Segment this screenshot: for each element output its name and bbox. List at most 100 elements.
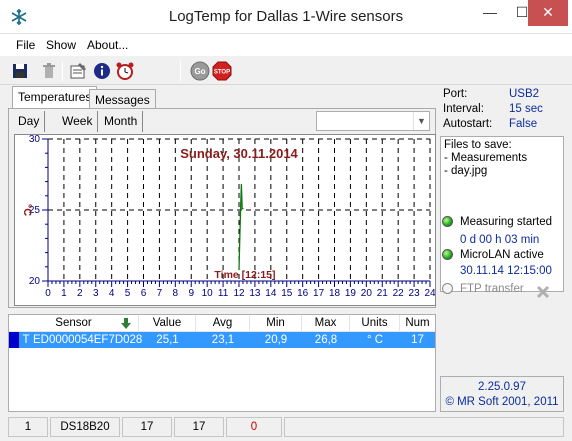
cell-min: 20,9 [264, 334, 288, 346]
data-point [239, 237, 241, 239]
subtab-month[interactable]: Month [99, 111, 144, 132]
menu-file[interactable]: File [16, 38, 35, 52]
col-avg[interactable]: Avg [196, 315, 250, 332]
cell-units: ° C [366, 334, 384, 346]
x-tick-label: 23 [409, 288, 421, 299]
y-tick-label: 20 [29, 276, 41, 287]
files-heading: Files to save: [444, 139, 512, 151]
x-tick-label: 10 [202, 288, 214, 299]
measuring-status-led-icon [442, 216, 453, 227]
menu-show[interactable]: Show [46, 38, 76, 52]
x-tick-label: 14 [265, 288, 277, 299]
cursor-time-label: Time [12:15] [214, 269, 275, 281]
chevron-down-icon[interactable]: ▼ [413, 112, 429, 130]
cell-max: 26,8 [314, 334, 338, 346]
tab-messages[interactable]: Messages [89, 89, 156, 109]
properties-icon[interactable] [68, 61, 88, 81]
data-point [242, 207, 244, 210]
chart-svg: 0 1 2 3 4 5 6 7 8 9 10 11 12 13 14 15 16 17 18 19 20 21 22 23 24… [21, 135, 435, 299]
stop-icon[interactable]: STOP [212, 61, 232, 81]
day-select[interactable]: ▼ [316, 111, 430, 131]
x-tick-label: 18 [329, 288, 341, 299]
toolbar-separator [180, 61, 181, 81]
x-tick-label: 17 [313, 288, 325, 299]
col-num[interactable]: Num [400, 315, 435, 332]
alarm-icon[interactable] [115, 61, 135, 81]
subtab-week[interactable]: Week [57, 111, 99, 132]
cell-sensor: ED0000054EF7D028 [33, 334, 143, 346]
x-tick-label: 6 [141, 288, 147, 299]
col-value[interactable]: Value [139, 315, 196, 332]
table-header: Sensor Value Avg Min Max Units Num [9, 315, 435, 332]
status-bar: 1 DS18B20 17 17 0 [0, 416, 572, 441]
sensor-table: Sensor Value Avg Min Max Units Num T ED0… [8, 314, 436, 412]
interval-value: 15 sec [509, 103, 543, 115]
row-marker [9, 332, 19, 348]
save-icon[interactable] [10, 61, 30, 81]
copyright: © MR Soft 2001, 2011 [445, 396, 559, 408]
microlan-status: MicroLAN active [460, 249, 544, 261]
version-box: 2.25.0.97 © MR Soft 2001, 2011 [440, 376, 564, 412]
sort-arrow-icon [121, 318, 131, 329]
x-tick-label: 19 [345, 288, 357, 299]
data-point [240, 183, 242, 186]
table-row[interactable]: T ED0000054EF7D028 25,1 23,1 20,9 26,8 °… [9, 332, 435, 348]
cell-flag: T [22, 334, 30, 346]
x-tick-label: 20 [361, 288, 373, 299]
series-line [238, 184, 243, 270]
x-tick-label: 7 [157, 288, 163, 299]
y-tick-label: 30 [29, 135, 41, 145]
temperature-chart: 0 1 2 3 4 5 6 7 8 9 10 11 12 13 14 15 16 17 18 19 20 21 22 23 24… [14, 134, 436, 306]
list-item: - Measurements [444, 152, 528, 164]
x-tick-label: 0 [45, 288, 51, 299]
x-tick-label: 11 [218, 288, 229, 299]
minimize-button[interactable]: — [472, 0, 508, 26]
autostart-value: False [509, 118, 538, 130]
cell-avg: 23,1 [211, 334, 235, 346]
x-tick-label: 24 [424, 288, 435, 299]
x-tick-label: 5 [125, 288, 131, 299]
y-axis-label: °C [21, 204, 33, 216]
x-tick-label: 16 [297, 288, 309, 299]
x-tick-label: 12 [233, 288, 245, 299]
x-tick-label: 4 [109, 288, 115, 299]
delete-icon[interactable] [39, 61, 59, 81]
close-button[interactable]: ✕ [528, 0, 568, 26]
col-units[interactable]: Units [350, 315, 400, 332]
cell-value: 25,1 [156, 334, 179, 346]
toolbar-separator [62, 61, 63, 81]
x-tick-label: 3 [93, 288, 99, 299]
title-bar: LogTemp for Dallas 1-Wire sensors — ☐ ✕ [0, 0, 572, 34]
subtab-day[interactable]: Day [13, 111, 46, 132]
toolbar: Go STOP [0, 57, 572, 85]
x-tick-label: 8 [173, 288, 179, 299]
menu-about[interactable]: About... [87, 38, 128, 52]
port-value: USB2 [509, 88, 540, 100]
ftp-status-led-icon [442, 283, 453, 294]
x-tick-label: 22 [393, 288, 405, 299]
col-sensor[interactable]: Sensor [9, 315, 139, 332]
status-cell-total: 17 [122, 417, 172, 437]
status-cell-saved: 17 [174, 417, 224, 437]
disabled-close-icon[interactable] [536, 285, 550, 299]
status-cell-errors: 0 [226, 417, 282, 437]
x-tick-label: 9 [188, 288, 194, 299]
tab-temperatures[interactable]: Temperatures [12, 86, 98, 109]
go-icon[interactable]: Go [190, 61, 210, 81]
x-tick-label: 13 [249, 288, 261, 299]
connection-info: Port: USB2 Interval: 15 sec Autostart: F… [440, 86, 564, 134]
col-min[interactable]: Min [250, 315, 302, 332]
measuring-duration: 0 d 00 h 03 min [460, 234, 540, 246]
stop-icon-text: STOP [214, 70, 230, 76]
x-tick-label: 2 [77, 288, 83, 299]
list-item: - day.jpg [444, 165, 488, 177]
measuring-status: Measuring started [460, 216, 553, 228]
go-icon-text: Go [194, 67, 205, 76]
col-max[interactable]: Max [302, 315, 350, 332]
x-tick-label: 1 [61, 288, 67, 299]
chart-title: Sunday, 30.11.2014 [180, 146, 298, 161]
status-cell-empty [284, 417, 564, 437]
info-icon[interactable] [92, 61, 112, 81]
autostart-label: Autostart: [443, 118, 493, 130]
menu-bar: File Show About... [0, 34, 572, 56]
